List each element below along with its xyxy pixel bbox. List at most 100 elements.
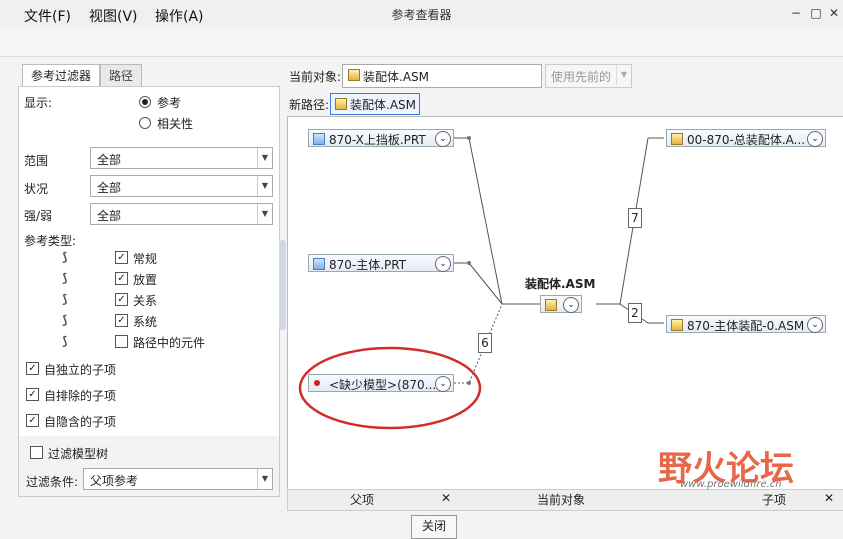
parent-node-label-0: 870-X上挡板.PRT xyxy=(329,133,426,147)
close-window-button[interactable]: ✕ xyxy=(824,4,843,22)
link-icon: ⟆ xyxy=(62,250,68,264)
pane-parents-close[interactable]: ✕ xyxy=(441,491,451,505)
maximize-button[interactable]: □ xyxy=(806,4,826,22)
filter-tree-label: 过滤模型树 xyxy=(48,447,109,461)
reftype-label-1: 放置 xyxy=(133,273,158,287)
filter-cond-label: 过滤条件: xyxy=(26,475,79,489)
child-checkbox-1[interactable]: ✓ xyxy=(26,388,39,401)
use-previous-label: 使用先前的 xyxy=(551,70,612,84)
status-select[interactable]: 全部 ▼ xyxy=(90,175,273,197)
minimize-button[interactable]: − xyxy=(786,4,806,22)
reftype-checkbox-0[interactable]: ✓ xyxy=(115,251,128,264)
child-node-label-1: 870-主体装配-0.ASM xyxy=(687,319,805,333)
current-object-value: 装配体.ASM xyxy=(363,70,429,84)
reftype-label-0: 常规 xyxy=(133,252,158,266)
chevron-down-icon[interactable]: ▼ xyxy=(616,65,631,85)
child-node-0[interactable]: 00-870-总装配体.A... ⌄ xyxy=(666,129,826,147)
reference-graph: 870-X上挡板.PRT ⌄ 870-主体.PRT ⌄ <缺少模型>(870..… xyxy=(287,116,843,490)
display-option-dependency: 相关性 xyxy=(157,117,194,131)
part-icon xyxy=(313,133,325,145)
strength-select[interactable]: 全部 ▼ xyxy=(90,203,273,225)
expand-icon[interactable]: ⌄ xyxy=(435,376,451,392)
reftype-label-3: 系统 xyxy=(133,315,158,329)
new-path-breadcrumb[interactable]: 装配体.ASM xyxy=(330,93,420,115)
assembly-icon xyxy=(335,98,347,110)
assembly-icon xyxy=(671,319,683,331)
child-checkbox-2[interactable]: ✓ xyxy=(26,414,39,427)
expand-icon[interactable]: ⌄ xyxy=(435,256,451,272)
part-icon xyxy=(313,258,325,270)
chevron-down-icon[interactable]: ▼ xyxy=(257,204,272,224)
count-badge-bottom: 2 xyxy=(628,303,642,323)
reftypes-label: 参考类型: xyxy=(24,234,77,248)
filter-cond-value: 父项参考 xyxy=(90,474,139,488)
filter-cond-select[interactable]: 父项参考 ▼ xyxy=(83,468,273,490)
pane-current-label: 当前对象 xyxy=(537,493,586,507)
reftype-checkbox-4[interactable] xyxy=(115,335,128,348)
reftype-label-2: 关系 xyxy=(133,294,158,308)
display-label: 显示: xyxy=(24,96,53,110)
child-node-label-0: 00-870-总装配体.A... xyxy=(687,133,806,147)
use-previous-select[interactable]: 使用先前的 ▼ xyxy=(545,64,632,88)
missing-model-icon xyxy=(314,380,320,386)
new-path-value: 装配体.ASM xyxy=(350,98,416,112)
parent-node-label-1: 870-主体.PRT xyxy=(329,258,407,272)
count-badge-missing: 6 xyxy=(478,333,492,353)
center-node-title: 装配体.ASM xyxy=(525,277,596,291)
status-value: 全部 xyxy=(97,181,122,195)
pane-children-close[interactable]: ✕ xyxy=(824,491,834,505)
display-radio-reference[interactable] xyxy=(139,96,151,108)
expand-icon[interactable]: ⌄ xyxy=(563,297,579,313)
menu-ops[interactable]: 操作(A) xyxy=(155,6,204,26)
reftype-checkbox-3[interactable]: ✓ xyxy=(115,314,128,327)
strength-label: 强/弱 xyxy=(24,209,53,223)
close-button[interactable]: 关闭 xyxy=(411,515,457,539)
parent-node-missing[interactable]: <缺少模型>(870... ⌄ xyxy=(308,374,454,392)
filter-tree-checkbox[interactable] xyxy=(30,446,43,459)
expand-icon[interactable]: ⌄ xyxy=(435,131,451,147)
reftype-checkbox-2[interactable]: ✓ xyxy=(115,293,128,306)
scope-label: 范围 xyxy=(24,154,49,168)
link-icon: ⟆ xyxy=(62,334,68,348)
display-radio-dependency[interactable] xyxy=(139,117,151,129)
child-node-1[interactable]: 870-主体装配-0.ASM ⌄ xyxy=(666,315,826,333)
parent-node-1[interactable]: 870-主体.PRT ⌄ xyxy=(308,254,454,272)
tab-reference-filter[interactable]: 参考过滤器 xyxy=(22,64,101,87)
link-icon: ⟆ xyxy=(62,313,68,327)
count-badge-top: 7 xyxy=(628,208,642,228)
reftype-label-4: 路径中的元件 xyxy=(133,336,206,350)
assembly-icon xyxy=(348,69,360,81)
reftype-checkbox-1[interactable]: ✓ xyxy=(115,272,128,285)
parent-node-label-2: <缺少模型>(870... xyxy=(329,378,437,392)
tab-path[interactable]: 路径 xyxy=(100,64,143,87)
pane-parents-label: 父项 xyxy=(350,493,375,507)
menu-bar xyxy=(0,28,843,57)
child-label-1: 自排除的子项 xyxy=(44,389,117,403)
expand-icon[interactable]: ⌄ xyxy=(807,317,823,333)
assembly-icon xyxy=(545,299,557,311)
expand-icon[interactable]: ⌄ xyxy=(807,131,823,147)
assembly-icon xyxy=(671,133,683,145)
status-label: 状况 xyxy=(24,182,49,196)
display-option-reference: 参考 xyxy=(157,96,182,110)
child-label-2: 自隐含的子项 xyxy=(44,415,117,429)
current-object-field[interactable]: 装配体.ASM xyxy=(342,64,542,88)
child-label-0: 自独立的子项 xyxy=(44,363,117,377)
new-path-label: 新路径: xyxy=(289,98,330,112)
current-object-label: 当前对象: xyxy=(289,70,342,84)
menu-view[interactable]: 视图(V) xyxy=(89,6,138,26)
strength-value: 全部 xyxy=(97,209,122,223)
child-checkbox-0[interactable]: ✓ xyxy=(26,362,39,375)
scope-select[interactable]: 全部 ▼ xyxy=(90,147,273,169)
chevron-down-icon[interactable]: ▼ xyxy=(257,469,272,489)
chevron-down-icon[interactable]: ▼ xyxy=(257,148,272,168)
chevron-down-icon[interactable]: ▼ xyxy=(257,176,272,196)
parent-node-0[interactable]: 870-X上挡板.PRT ⌄ xyxy=(308,129,454,147)
link-icon: ⟆ xyxy=(62,292,68,306)
scope-value: 全部 xyxy=(97,153,122,167)
menu-file[interactable]: 文件(F) xyxy=(24,6,71,26)
center-node[interactable]: ⌄ xyxy=(540,295,582,313)
pane-children-label: 子项 xyxy=(762,493,787,507)
splitter-handle[interactable] xyxy=(279,240,286,330)
link-icon: ⟆ xyxy=(62,271,68,285)
